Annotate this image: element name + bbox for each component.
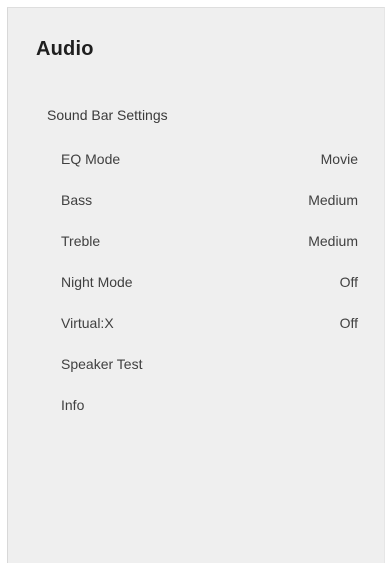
setting-value: Movie [320,151,358,167]
setting-label: Night Mode [61,274,133,290]
setting-label: Treble [61,233,101,249]
setting-label: Bass [61,192,93,208]
setting-label: Speaker Test [61,356,143,372]
setting-label: Info [61,397,85,413]
setting-row-virtual-x[interactable]: Virtual:X Off [8,306,384,347]
setting-value: Medium [308,233,358,249]
setting-row-eq-mode[interactable]: EQ Mode Movie [8,142,384,183]
setting-value: Off [339,315,358,331]
setting-row-bass[interactable]: Bass Medium [8,183,384,224]
setting-value: Medium [308,192,358,208]
setting-label: EQ Mode [61,151,121,167]
setting-value: Off [339,274,358,290]
section-label-sound-bar-settings: Sound Bar Settings [47,107,168,123]
setting-row-treble[interactable]: Treble Medium [8,224,384,265]
page-title: Audio [36,38,94,60]
setting-row-speaker-test[interactable]: Speaker Test [8,347,384,388]
setting-row-night-mode[interactable]: Night Mode Off [8,265,384,306]
setting-label: Virtual:X [61,315,114,331]
settings-list: EQ Mode Movie Bass Medium Treble Medium … [8,142,384,429]
setting-row-info[interactable]: Info [8,388,384,429]
audio-settings-panel: Audio Sound Bar Settings EQ Mode Movie B… [7,7,385,563]
